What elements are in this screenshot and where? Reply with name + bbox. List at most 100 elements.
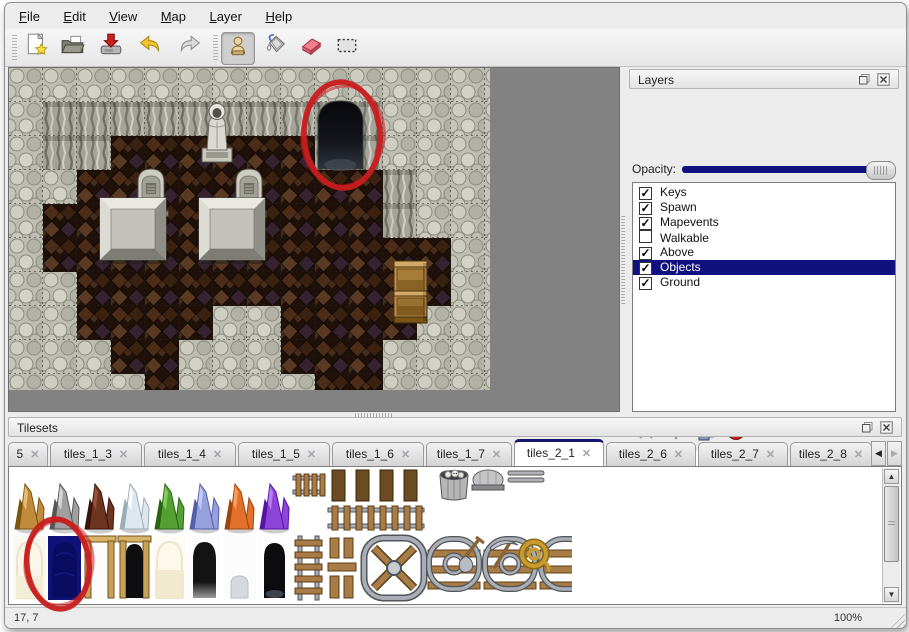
close-panel-button[interactable] <box>877 73 891 87</box>
layer-row-objects[interactable]: ✓Objects <box>633 260 895 275</box>
tileset-tab[interactable]: tiles_2_7✕ <box>698 442 788 466</box>
splitter-grip <box>621 216 625 306</box>
close-tab-icon[interactable]: ✕ <box>119 449 128 461</box>
select-tool-button[interactable] <box>331 32 363 63</box>
tileset-tab[interactable]: 5✕ <box>8 442 48 466</box>
toolbar-drag-handle-2[interactable] <box>213 35 218 60</box>
tileset-tab-selected[interactable]: tiles_2_1✕ <box>514 439 604 466</box>
tileset-canvas[interactable]: ▲ ▼ <box>8 466 902 605</box>
undo-icon <box>138 32 164 63</box>
pedestal-object <box>100 198 168 264</box>
redo-button[interactable] <box>173 32 205 63</box>
opacity-slider[interactable] <box>682 166 890 173</box>
layer-checkbox[interactable]: ✓ <box>639 187 652 200</box>
layer-checkbox[interactable]: ✓ <box>639 247 652 260</box>
eraser-tool-button[interactable] <box>295 32 327 63</box>
tilesets-dock: Tilesets 5✕ tiles_1_3✕ tiles_1_4✕ tiles_… <box>8 417 902 607</box>
close-tab-icon[interactable]: ✕ <box>30 449 39 461</box>
menu-item-map[interactable]: Map <box>159 5 188 28</box>
layer-row-ground[interactable]: ✓Ground <box>633 275 895 290</box>
selected-tile[interactable] <box>48 536 81 600</box>
layer-checkbox[interactable] <box>639 230 652 243</box>
tab-scroll-right-button[interactable]: ▶ <box>887 441 902 466</box>
menu-item-file[interactable]: File <box>17 5 42 28</box>
menu-bar: File Edit View Map Layer Help <box>5 5 906 29</box>
cursor-coordinates: 17, 7 <box>14 612 38 624</box>
layer-checkbox[interactable]: ✓ <box>639 277 652 290</box>
stamp-tool-button[interactable] <box>221 32 255 65</box>
layers-dock: Layers Opacity: ✓Keys ✓Spawn ✓Mapevents … <box>626 67 902 417</box>
tileset-tab[interactable]: tiles_1_5✕ <box>238 442 330 466</box>
new-file-icon <box>24 32 50 63</box>
zoom-level: 100% <box>834 612 862 624</box>
menu-item-help[interactable]: Help <box>263 5 294 28</box>
scroll-down-button[interactable]: ▼ <box>884 587 899 602</box>
crystal-tiles <box>15 484 289 534</box>
layer-checkbox[interactable]: ✓ <box>639 202 652 215</box>
layers-panel-title: Layers <box>638 73 674 87</box>
pedestal-object <box>199 198 267 264</box>
open-file-button[interactable] <box>57 32 89 63</box>
toolbar-drag-handle[interactable] <box>12 35 17 60</box>
stamp-tool-icon <box>225 33 251 64</box>
tileset-scrollbar[interactable]: ▲ ▼ <box>882 468 900 603</box>
cabinet-object <box>394 261 427 323</box>
layer-list: ✓Keys ✓Spawn ✓Mapevents Walkable ✓Above … <box>632 182 896 412</box>
status-bar: 17, 7 100% <box>5 607 906 629</box>
close-tab-icon[interactable]: ✕ <box>492 449 501 461</box>
resize-grip[interactable] <box>890 613 905 628</box>
layer-row-walkable[interactable]: Walkable <box>633 230 895 245</box>
fill-bucket-icon <box>262 32 288 63</box>
close-tab-icon[interactable]: ✕ <box>582 448 591 460</box>
layer-checkbox[interactable]: ✓ <box>639 217 652 230</box>
opacity-label: Opacity: <box>632 162 676 176</box>
menu-item-edit[interactable]: Edit <box>61 5 87 28</box>
layer-row-mapevents[interactable]: ✓Mapevents <box>633 215 895 230</box>
opacity-slider-handle[interactable] <box>866 161 896 180</box>
close-tab-icon[interactable]: ✕ <box>213 449 222 461</box>
screenshot-stage: File Edit View Map Layer Help <box>0 0 909 632</box>
rail-tiles <box>293 470 572 600</box>
tileset-tab[interactable]: tiles_2_8✕ <box>790 442 872 466</box>
tileset-tab[interactable]: tiles_2_6✕ <box>606 442 696 466</box>
layer-checkbox[interactable]: ✓ <box>639 262 652 275</box>
door-tiles <box>13 536 291 600</box>
tileset-render <box>10 468 572 602</box>
layers-panel-titlebar: Layers <box>629 69 899 89</box>
close-tab-icon[interactable]: ✕ <box>766 449 775 461</box>
cave-entrance-object <box>318 101 363 171</box>
menu-item-layer[interactable]: Layer <box>207 5 244 28</box>
tileset-tab[interactable]: tiles_1_7✕ <box>426 442 512 466</box>
new-file-button[interactable] <box>21 32 53 63</box>
fill-tool-button[interactable] <box>259 32 291 63</box>
tileset-tab[interactable]: tiles_1_6✕ <box>332 442 424 466</box>
redo-icon <box>176 32 202 63</box>
tilesets-panel-title: Tilesets <box>17 421 58 435</box>
scroll-up-button[interactable]: ▲ <box>884 469 899 484</box>
tileset-tab[interactable]: tiles_1_3✕ <box>50 442 142 466</box>
layer-row-keys[interactable]: ✓Keys <box>633 185 895 200</box>
toolbar <box>5 29 906 67</box>
tilesets-panel-titlebar: Tilesets <box>8 417 902 437</box>
close-tab-icon[interactable]: ✕ <box>401 449 410 461</box>
layer-row-above[interactable]: ✓Above <box>633 245 895 260</box>
eraser-icon <box>298 32 324 63</box>
float-panel-button[interactable] <box>861 421 875 435</box>
close-panel-button[interactable] <box>880 421 894 435</box>
menu-item-view[interactable]: View <box>107 5 139 28</box>
rect-select-icon <box>334 32 360 63</box>
scroll-thumb[interactable] <box>884 486 899 562</box>
close-tab-icon[interactable]: ✕ <box>674 449 683 461</box>
close-tab-icon[interactable]: ✕ <box>307 449 316 461</box>
undo-button[interactable] <box>135 32 167 63</box>
layer-row-spawn[interactable]: ✓Spawn <box>633 200 895 215</box>
float-panel-button[interactable] <box>858 73 872 87</box>
save-import-icon <box>98 32 124 63</box>
tileset-tab[interactable]: tiles_1_4✕ <box>144 442 236 466</box>
editor-window: File Edit View Map Layer Help <box>4 2 907 629</box>
map-render <box>9 68 490 390</box>
save-button[interactable] <box>95 32 127 63</box>
map-canvas[interactable] <box>8 67 620 412</box>
close-tab-icon[interactable]: ✕ <box>854 449 863 461</box>
tab-scroll-left-button[interactable]: ◀ <box>871 441 886 466</box>
